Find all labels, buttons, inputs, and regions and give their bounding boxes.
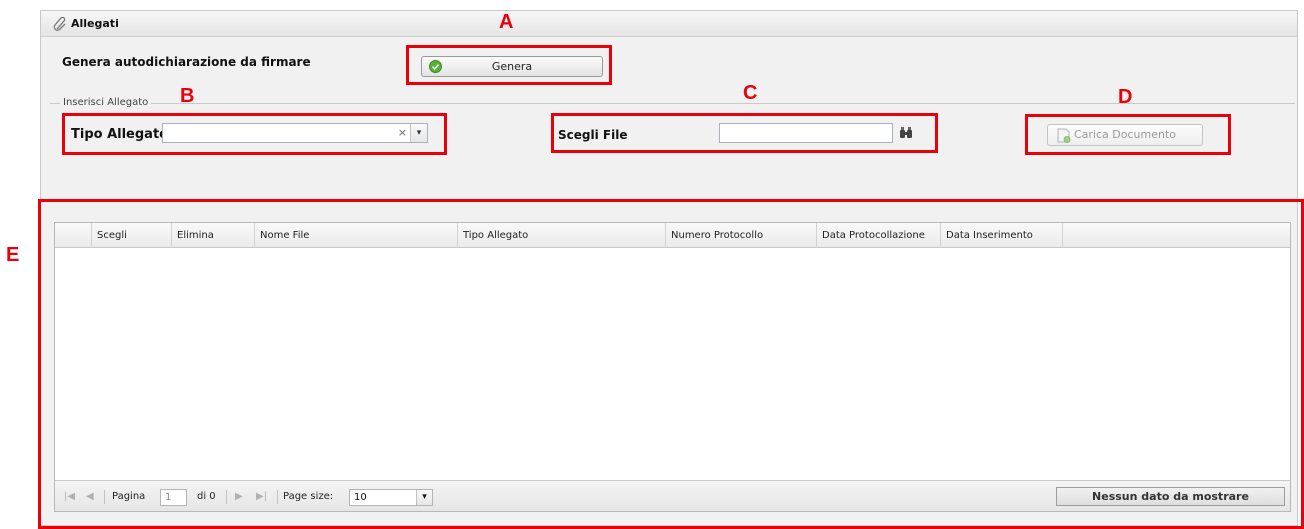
panel-title: Allegati: [71, 17, 119, 30]
annotation-box-e: [38, 199, 1304, 529]
annotation-box-a: [406, 45, 612, 85]
panel-header: Allegati: [41, 11, 1297, 37]
annotation-box-c: [551, 113, 938, 153]
fieldset-legend: Inserisci Allegato: [60, 97, 152, 108]
annotation-label-d: D: [1118, 86, 1133, 108]
annotation-label-c: C: [743, 82, 758, 104]
annotation-box-d: [1025, 114, 1231, 155]
annotation-label-b: B: [180, 85, 195, 107]
annotation-label-a: A: [499, 11, 514, 33]
paperclip-icon: [53, 17, 66, 31]
genera-autodichiarazione-label: Genera autodichiarazione da firmare: [62, 55, 311, 69]
annotation-box-b: [62, 113, 447, 155]
annotation-label-e: E: [6, 244, 20, 266]
